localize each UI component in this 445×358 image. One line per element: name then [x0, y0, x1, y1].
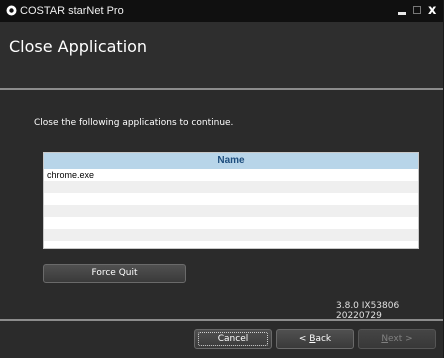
back-label-rest: ack: [315, 334, 332, 344]
list-item[interactable]: chrome.exe: [44, 169, 418, 181]
list-item[interactable]: [44, 217, 418, 229]
back-prefix: <: [298, 334, 310, 344]
installer-window: COSTAR starNet Pro x Close Application C…: [0, 0, 444, 358]
maximize-icon[interactable]: [412, 4, 422, 18]
next-label-rest: ext >: [388, 334, 413, 344]
window-title: COSTAR starNet Pro: [20, 5, 124, 17]
list-item[interactable]: [44, 205, 418, 217]
header-band: [0, 22, 443, 90]
close-icon[interactable]: x: [428, 4, 439, 18]
applications-list[interactable]: Name chrome.exe: [43, 152, 419, 249]
footer-divider: [0, 319, 443, 321]
column-header-name[interactable]: Name: [44, 153, 418, 169]
version-label: 3.8.0 IX53806 20220729: [336, 301, 400, 321]
list-item[interactable]: [44, 193, 418, 205]
list-item[interactable]: [44, 181, 418, 193]
back-button[interactable]: < Back: [276, 329, 354, 349]
cancel-button[interactable]: Cancel: [194, 329, 272, 349]
force-quit-button[interactable]: Force Quit: [43, 264, 186, 283]
cancel-label: Cancel: [217, 334, 249, 344]
header-divider: [0, 88, 443, 90]
title-bar[interactable]: COSTAR starNet Pro x: [0, 0, 443, 22]
minimize-icon[interactable]: [397, 4, 407, 18]
page-title: Close Application: [9, 37, 148, 56]
list-item[interactable]: [44, 229, 418, 241]
instruction-text: Close the following applications to cont…: [34, 118, 234, 128]
app-icon: [6, 5, 17, 16]
next-button[interactable]: Next >: [358, 329, 436, 349]
